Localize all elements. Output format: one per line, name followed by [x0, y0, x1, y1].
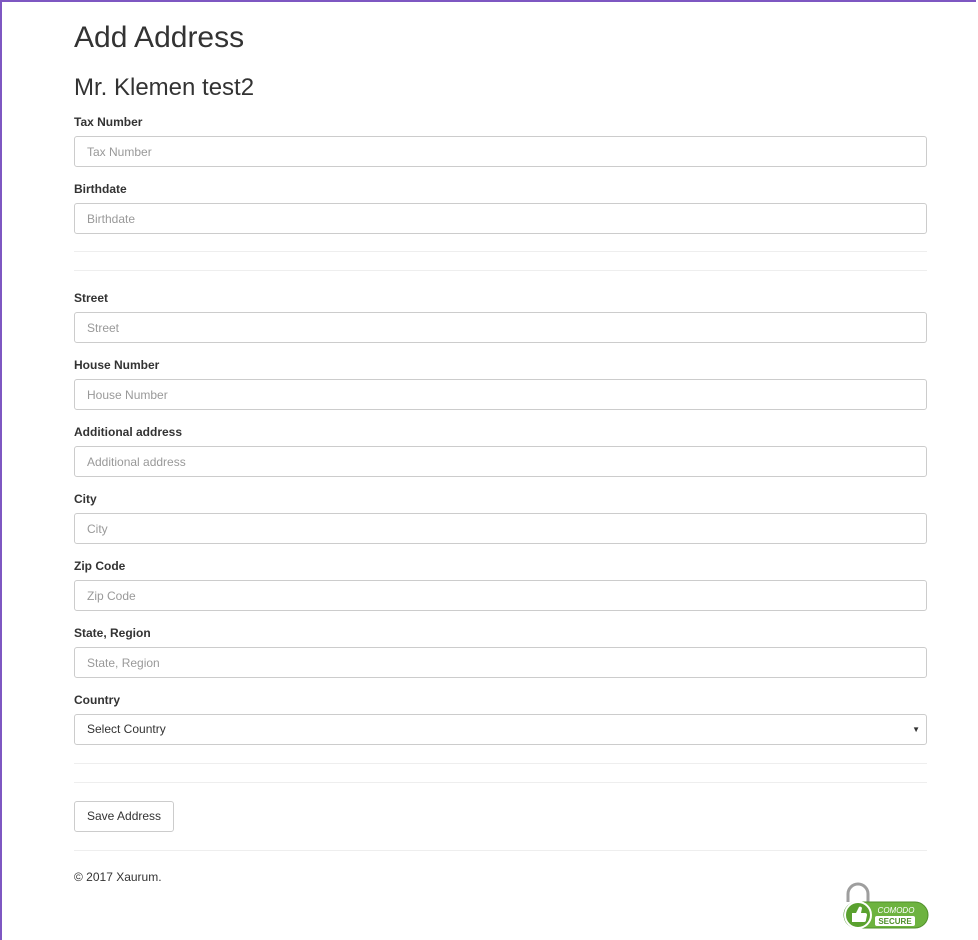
city-label: City	[74, 492, 97, 506]
house-number-group: House Number	[74, 357, 927, 410]
house-number-input[interactable]	[74, 379, 927, 410]
padlock-shackle-icon	[846, 882, 870, 902]
state-region-group: State, Region	[74, 625, 927, 678]
country-group: Country Select Country ▼	[74, 692, 927, 745]
page-title: Add Address	[74, 21, 245, 54]
badge-top-text: COMODO	[878, 906, 915, 915]
street-group: Street	[74, 290, 927, 343]
street-input[interactable]	[74, 312, 927, 343]
zip-code-input[interactable]	[74, 580, 927, 611]
house-number-label: House Number	[74, 358, 160, 372]
tax-number-group: Tax Number	[74, 114, 927, 167]
tax-number-label: Tax Number	[74, 115, 143, 129]
street-label: Street	[74, 291, 109, 305]
footer-divider	[74, 850, 927, 851]
birthdate-label: Birthdate	[74, 182, 127, 196]
divider	[74, 782, 927, 783]
birthdate-input[interactable]	[74, 203, 927, 234]
tax-number-input[interactable]	[74, 136, 927, 167]
country-select[interactable]: Select Country ▼	[74, 714, 927, 745]
state-region-input[interactable]	[74, 647, 927, 678]
zip-code-group: Zip Code	[74, 558, 927, 611]
badge-bottom-text: SECURE	[878, 917, 912, 926]
state-region-label: State, Region	[74, 626, 151, 640]
caret-down-icon: ▼	[912, 725, 920, 734]
additional-address-input[interactable]	[74, 446, 927, 477]
city-input[interactable]	[74, 513, 927, 544]
divider	[74, 251, 927, 252]
copyright-text: © 2017 Xaurum.	[74, 870, 162, 884]
comodo-secure-badge[interactable]: COMODO SECURE	[838, 880, 930, 932]
customer-name: Mr. Klemen test2	[74, 74, 255, 101]
additional-address-label: Additional address	[74, 425, 183, 439]
save-address-button[interactable]: Save Address	[74, 801, 175, 832]
birthdate-group: Birthdate	[74, 181, 927, 234]
city-group: City	[74, 491, 927, 544]
divider	[74, 270, 927, 271]
zip-code-label: Zip Code	[74, 559, 126, 573]
divider	[74, 763, 927, 764]
additional-address-group: Additional address	[74, 424, 927, 477]
country-label: Country	[74, 693, 120, 707]
country-select-value: Select Country	[87, 722, 166, 736]
